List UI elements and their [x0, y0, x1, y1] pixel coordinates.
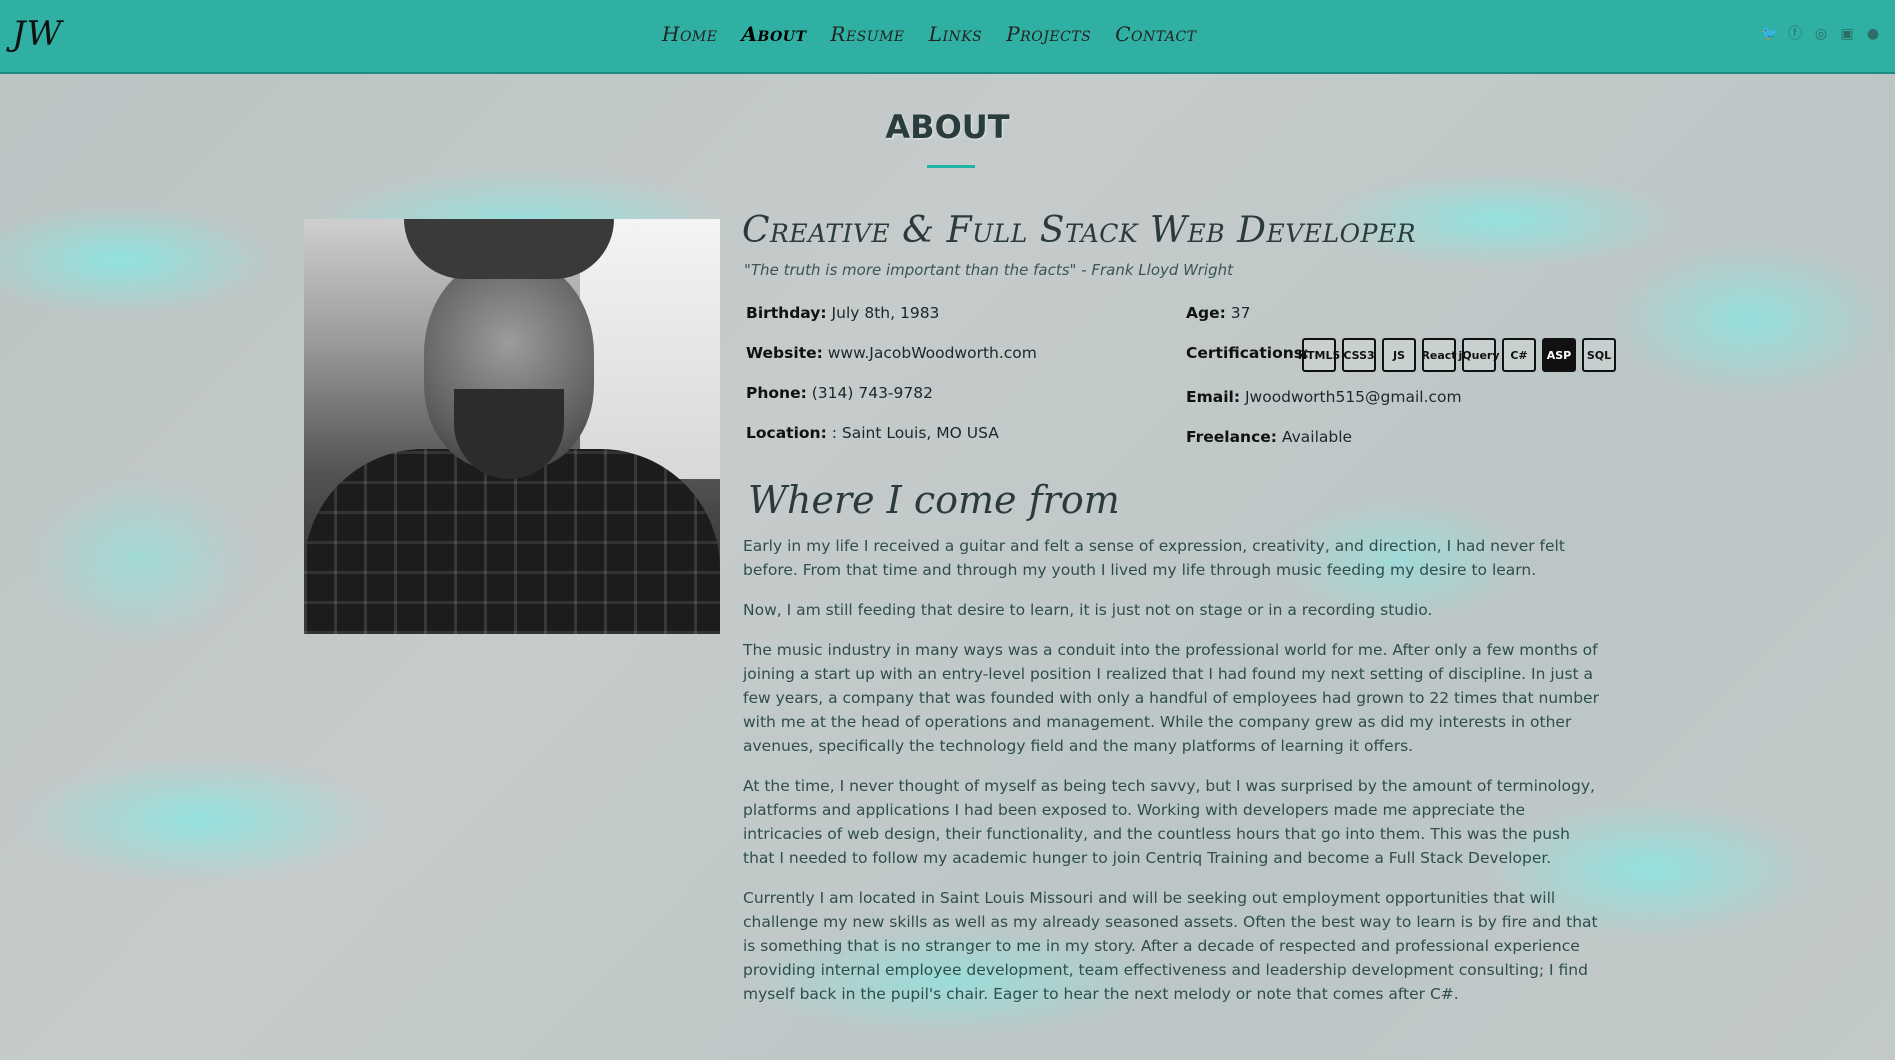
twitter-icon[interactable]: 🐦: [1761, 26, 1778, 42]
birthday-row: Birthday: July 8th, 1983: [746, 304, 939, 322]
location-value: : Saint Louis, MO USA: [831, 424, 999, 442]
nav-contact[interactable]: Contact: [1115, 22, 1196, 46]
location-label: Location:: [746, 424, 827, 442]
github-icon[interactable]: ●: [1865, 26, 1881, 42]
age-label: Age:: [1186, 304, 1226, 322]
react-icon: React: [1421, 338, 1457, 372]
age-row: Age: 37: [1186, 304, 1250, 322]
profile-quote: "The truth is more important than the fa…: [744, 261, 1233, 279]
nav-home[interactable]: Home: [662, 22, 717, 46]
email-value[interactable]: Jwoodworth515@gmail.com: [1245, 388, 1462, 406]
photo-cap: [404, 219, 614, 279]
asp-icon: ASP: [1542, 338, 1576, 372]
sql-icon: SQL: [1582, 338, 1616, 372]
page-title: ABOUT: [885, 108, 1010, 146]
story-paragraph-3: The music industry in many ways was a co…: [743, 641, 1599, 755]
social-links: 🐦 ⓕ ◎ ▣ ●: [1761, 26, 1881, 42]
certifications-label: Certifications:: [1186, 344, 1310, 362]
website-label: Website:: [746, 344, 823, 362]
website-value[interactable]: www.JacobWoodworth.com: [828, 344, 1037, 362]
facebook-icon[interactable]: ⓕ: [1787, 26, 1803, 42]
birthday-value: July 8th, 1983: [831, 304, 940, 322]
story-paragraph-2: Now, I am still feeding that desire to l…: [743, 601, 1433, 619]
csharp-icon: C#: [1502, 338, 1536, 372]
certifications-row: Certifications:: [1186, 344, 1309, 362]
nav-resume[interactable]: Resume: [830, 22, 904, 46]
story-paragraph-5: Currently I am located in Saint Louis Mi…: [743, 889, 1598, 1003]
phone-label: Phone:: [746, 384, 807, 402]
birthday-label: Birthday:: [746, 304, 827, 322]
story-paragraph-4: At the time, I never thought of myself a…: [743, 777, 1595, 867]
location-row: Location: : Saint Louis, MO USA: [746, 424, 999, 442]
nav-projects[interactable]: Projects: [1006, 22, 1091, 46]
instagram-icon[interactable]: ◎: [1813, 26, 1829, 42]
html5-icon: HTML5: [1298, 338, 1340, 372]
story-heading: Where I come from: [748, 478, 1120, 522]
profile-headline: Creative & Full Stack Web Developer: [742, 210, 1417, 251]
email-row: Email: Jwoodworth515@gmail.com: [1186, 388, 1462, 406]
freelance-value: Available: [1281, 428, 1353, 446]
top-navbar: JW Home About Resume Links Projects Cont…: [0, 0, 1895, 74]
story-paragraph-1: Early in my life I received a guitar and…: [743, 537, 1565, 579]
jquery-icon: jQuery: [1459, 338, 1500, 372]
freelance-label: Freelance:: [1186, 428, 1277, 446]
nav-about[interactable]: About: [741, 22, 806, 46]
profile-photo: [304, 219, 720, 634]
website-row: Website: www.JacobWoodworth.com: [746, 344, 1037, 362]
email-label: Email:: [1186, 388, 1241, 406]
age-value: 37: [1230, 304, 1251, 322]
phone-row: Phone: (314) 743-9782: [746, 384, 933, 402]
nav-links[interactable]: Links: [929, 22, 983, 46]
photo-background: [580, 219, 720, 479]
certification-icons: HTML5 CSS3 JS React jQuery C# ASP SQL: [1298, 338, 1616, 372]
css3-icon: CSS3: [1342, 338, 1376, 372]
javascript-icon: JS: [1382, 338, 1416, 372]
linkedin-icon[interactable]: ▣: [1839, 26, 1855, 42]
main-nav: Home About Resume Links Projects Contact: [662, 22, 1197, 46]
site-logo[interactable]: JW: [12, 14, 63, 54]
phone-value: (314) 743-9782: [811, 384, 933, 402]
title-underline: [927, 165, 975, 168]
freelance-row: Freelance: Available: [1186, 428, 1352, 446]
